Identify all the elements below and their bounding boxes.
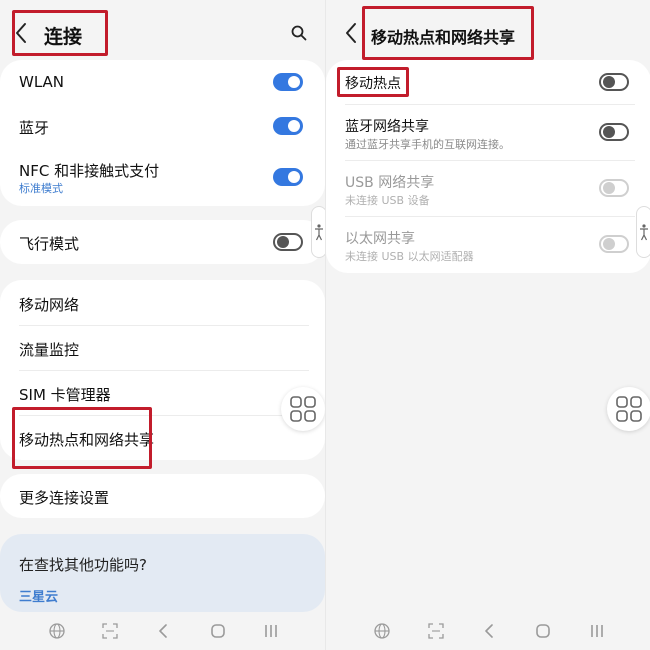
highlight-box-hotspot <box>12 407 152 469</box>
usb-tethering-label: USB 网络共享 <box>345 175 435 191</box>
scan-icon[interactable] <box>101 622 119 640</box>
bluetooth-tethering-label: 蓝牙网络共享 <box>345 119 429 135</box>
mobile-network-row[interactable]: 移动网络 <box>0 280 325 325</box>
bluetooth-row[interactable]: 蓝牙 <box>0 104 325 148</box>
more-settings-card: 更多连接设置 <box>0 474 325 518</box>
mobile-network-label: 移动网络 <box>19 296 80 314</box>
data-usage-label: 流量监控 <box>19 341 80 359</box>
header: 移动热点和网络共享 <box>326 0 650 60</box>
wlan-toggle[interactable] <box>273 73 303 91</box>
highlight-box-title <box>362 6 534 60</box>
four-squares-icon <box>290 396 316 422</box>
accessibility-tab[interactable] <box>311 206 325 258</box>
sim-manager-label: SIM 卡管理器 <box>19 386 111 404</box>
suggestion-question: 在查找其他功能吗? <box>19 556 147 574</box>
bluetooth-tethering-desc: 通过蓝牙共享手机的互联网连接。 <box>345 138 510 151</box>
wlan-label: WLAN <box>19 73 65 91</box>
airplane-mode-toggle[interactable] <box>273 233 303 251</box>
ethernet-tethering-desc: 未连接 USB 以太网适配器 <box>345 250 474 263</box>
chevron-left-icon <box>346 23 356 43</box>
suggestion-card: 在查找其他功能吗? 三星云 <box>0 534 325 612</box>
wireless-card: WLAN 蓝牙 NFC 和非接触式支付 标准模式 <box>0 60 325 206</box>
search-button[interactable] <box>291 25 307 41</box>
ethernet-tethering-label: 以太网共享 <box>345 231 415 247</box>
usb-tethering-row: USB 网络共享 未连接 USB 设备 <box>326 160 650 216</box>
scan-icon[interactable] <box>427 622 445 640</box>
navigation-bar <box>326 612 650 650</box>
usb-tethering-desc: 未连接 USB 设备 <box>345 194 430 207</box>
navigation-bar <box>0 612 325 650</box>
nfc-toggle[interactable] <box>273 168 303 186</box>
more-connection-settings-label: 更多连接设置 <box>19 489 110 507</box>
hotspot-tethering-screen: 移动热点和网络共享 移动热点 蓝牙网络共享 通过蓝牙共享手机的互联网连接。 US… <box>325 0 650 650</box>
accessibility-icon <box>315 224 323 241</box>
apps-floating-button[interactable] <box>281 387 325 431</box>
more-connection-settings-row[interactable]: 更多连接设置 <box>0 474 325 518</box>
home-nav-icon[interactable] <box>534 622 552 640</box>
mobile-hotspot-toggle[interactable] <box>599 73 629 91</box>
airplane-mode-row[interactable]: 飞行模式 <box>0 220 325 264</box>
recents-nav-icon[interactable] <box>588 622 606 640</box>
data-usage-row[interactable]: 流量监控 <box>0 325 325 370</box>
accessibility-icon <box>640 224 648 241</box>
back-nav-icon[interactable] <box>155 622 173 640</box>
ethernet-tethering-toggle <box>599 235 629 253</box>
accessibility-tab[interactable] <box>636 206 650 258</box>
header: 连接 <box>0 0 325 60</box>
recents-nav-icon[interactable] <box>262 622 280 640</box>
nfc-mode-text: 标准模式 <box>19 182 63 195</box>
ethernet-tethering-row: 以太网共享 未连接 USB 以太网适配器 <box>326 216 650 273</box>
bluetooth-tethering-toggle[interactable] <box>599 123 629 141</box>
bluetooth-toggle[interactable] <box>273 117 303 135</box>
wlan-row[interactable]: WLAN <box>0 60 325 104</box>
connections-screen: 连接 WLAN 蓝牙 NFC 和非接触式支付 标准模式 飞行模式 移动网络 流量… <box>0 0 325 650</box>
back-button[interactable] <box>344 18 362 48</box>
globe-icon[interactable] <box>373 622 391 640</box>
airplane-card: 飞行模式 <box>0 220 325 264</box>
search-icon <box>291 25 307 41</box>
airplane-mode-label: 飞行模式 <box>19 235 80 253</box>
highlight-box-title <box>12 10 108 56</box>
bluetooth-tethering-row[interactable]: 蓝牙网络共享 通过蓝牙共享手机的互联网连接。 <box>326 104 650 160</box>
four-squares-icon <box>616 396 642 422</box>
apps-floating-button[interactable] <box>607 387 650 431</box>
nfc-label: NFC 和非接触式支付 <box>19 162 160 180</box>
highlight-box-hotspot <box>337 67 409 97</box>
samsung-cloud-link[interactable]: 三星云 <box>19 586 58 605</box>
usb-tethering-toggle <box>599 179 629 197</box>
globe-icon[interactable] <box>48 622 66 640</box>
home-nav-icon[interactable] <box>209 622 227 640</box>
nfc-row[interactable]: NFC 和非接触式支付 标准模式 <box>0 148 325 206</box>
back-nav-icon[interactable] <box>481 622 499 640</box>
bluetooth-label: 蓝牙 <box>19 119 50 137</box>
